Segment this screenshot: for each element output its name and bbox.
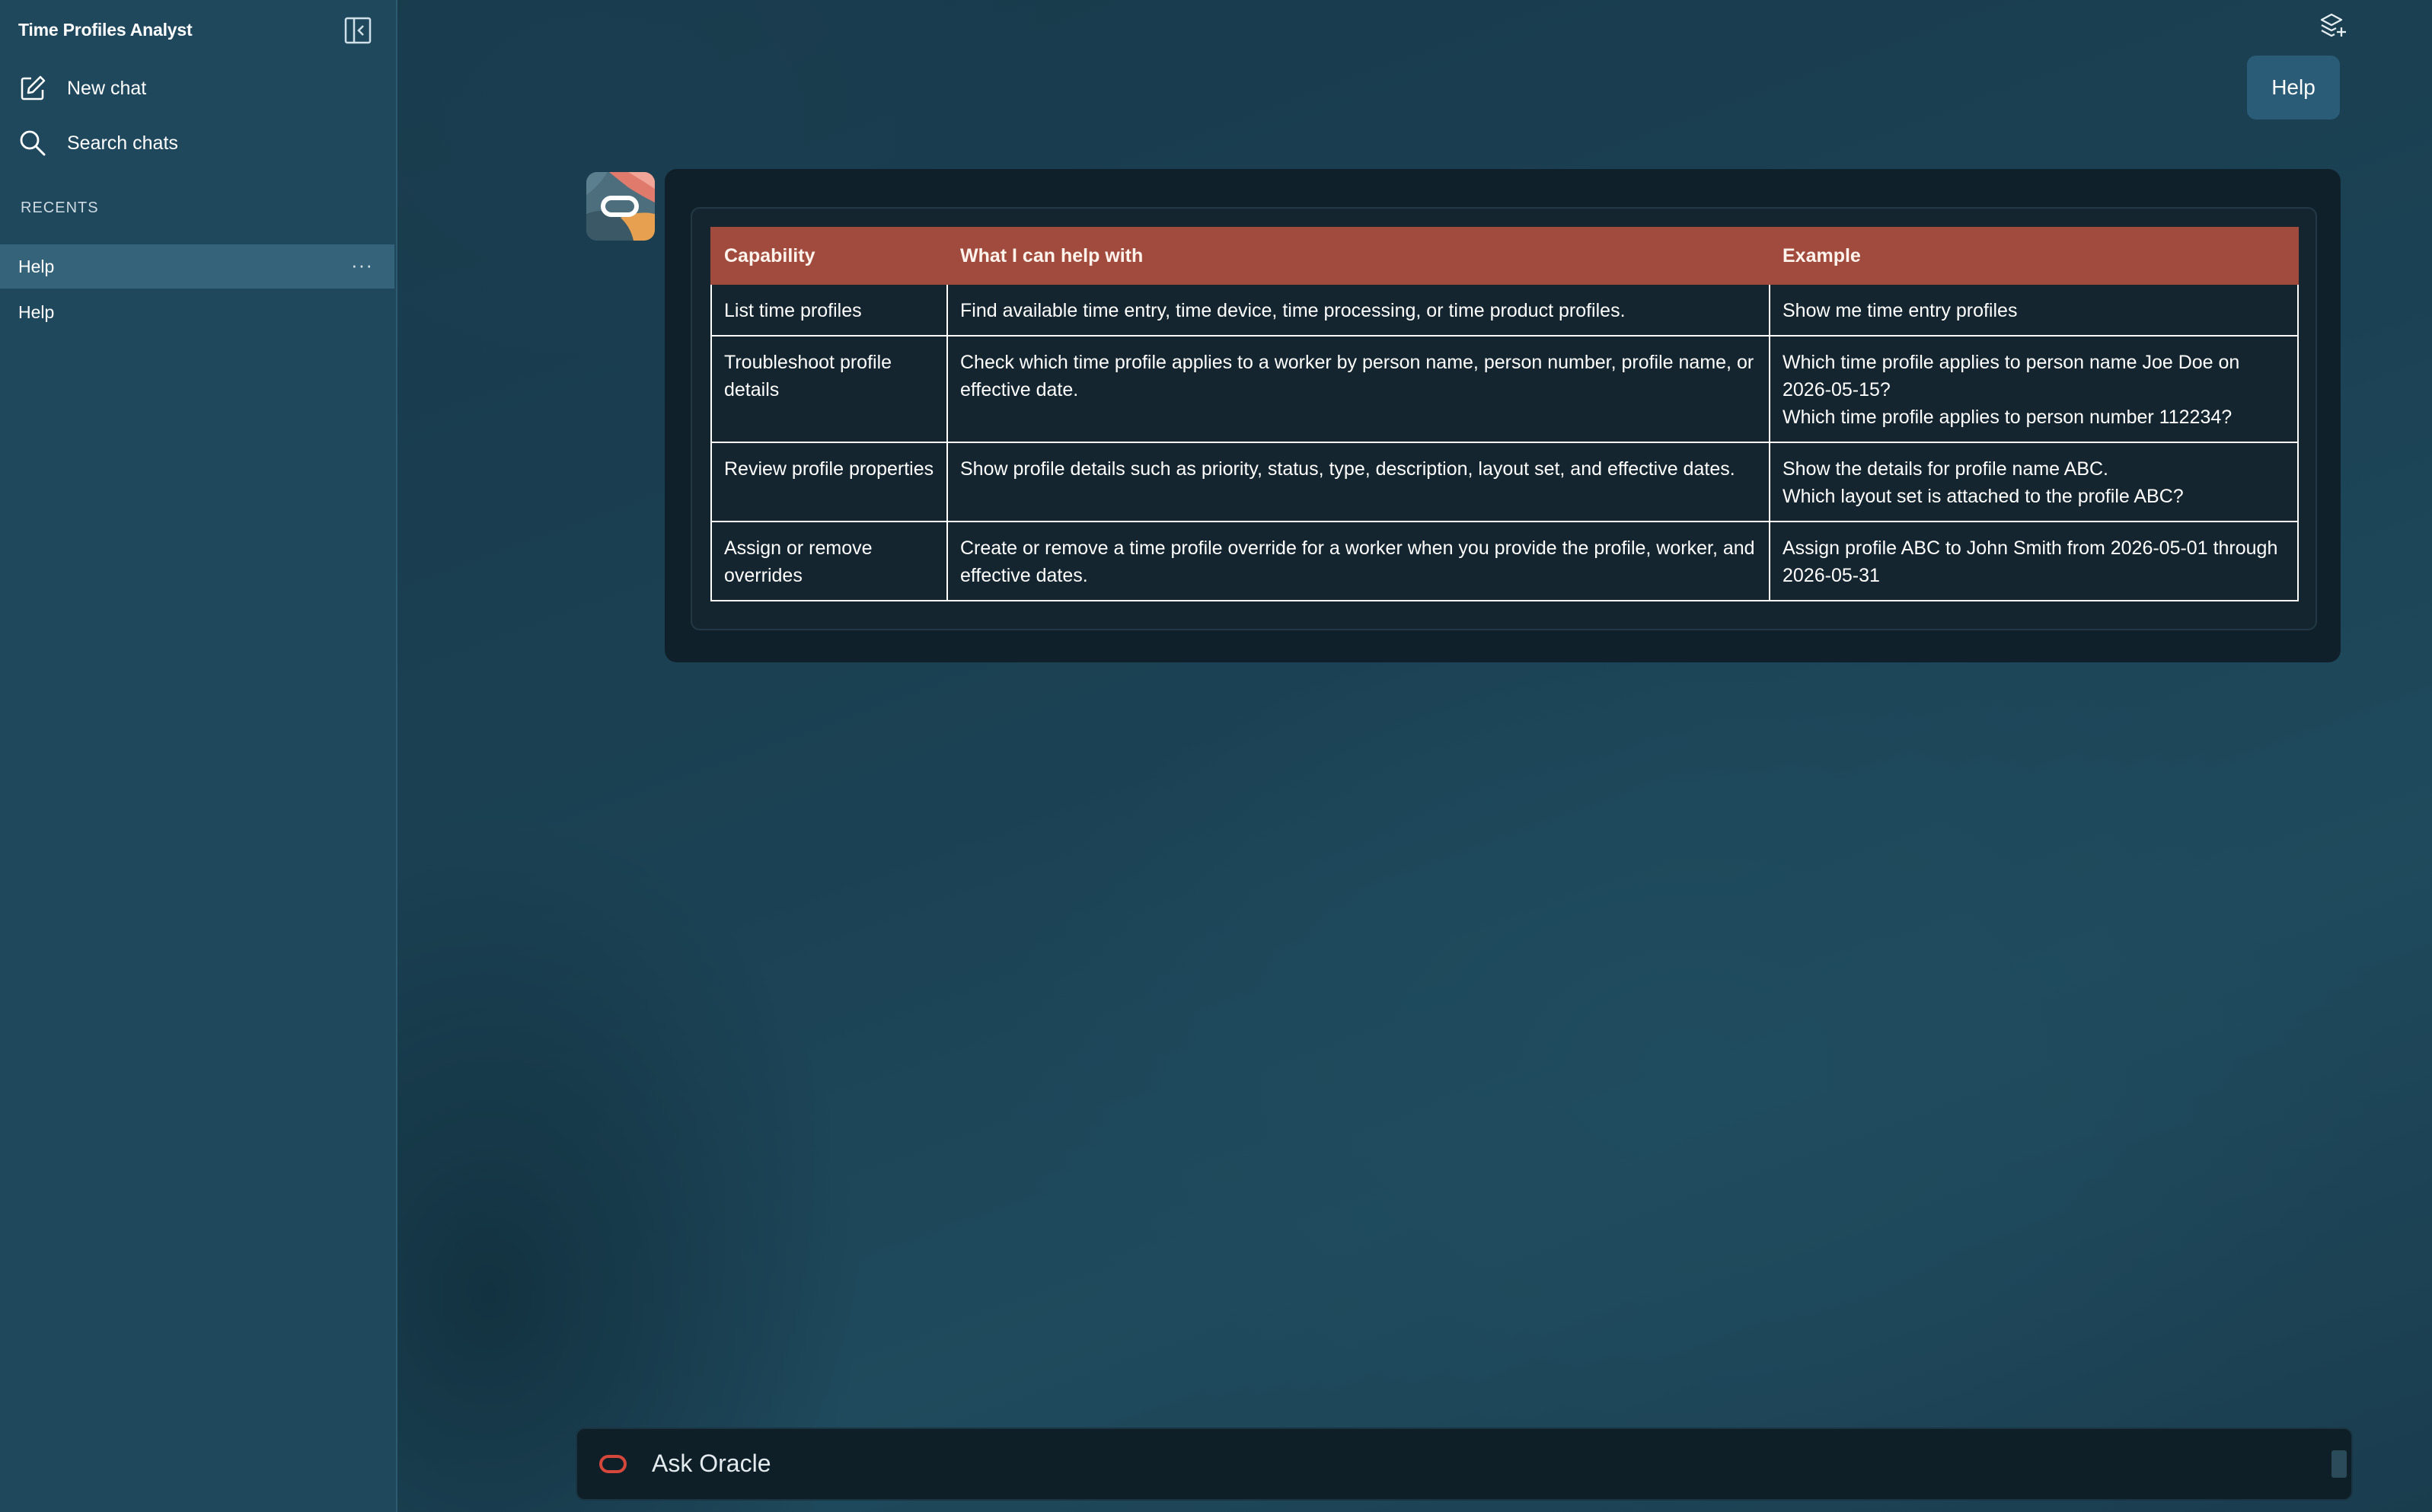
capability-cell: Review profile properties [710, 442, 948, 522]
example-text: Which time profile applies to person num… [1783, 407, 2233, 428]
new-chat-label: New chat [67, 77, 147, 99]
example-cell: Which time profile applies to person nam… [1769, 335, 2299, 443]
example-cell: Show the details for profile name ABC. W… [1769, 442, 2299, 522]
example-text: Show me time entry profiles [1783, 300, 2018, 321]
table-row: Troubleshoot profile details Check which… [710, 335, 2299, 443]
user-message-bubble: Help [2247, 56, 2340, 120]
capability-cell: Troubleshoot profile details [710, 335, 948, 443]
description-cell: Show profile details such as priority, s… [946, 442, 1770, 522]
table-row: Assign or remove overrides Create or rem… [710, 521, 2299, 601]
example-text: Which time profile applies to person nam… [1783, 352, 2240, 400]
example-text: Show the details for profile name ABC. [1783, 458, 2109, 480]
capabilities-table: Capability What I can help with Example … [710, 227, 2299, 601]
ask-oracle-input[interactable] [650, 1449, 2252, 1479]
sidebar: Time Profiles Analyst New chat Search ch… [0, 0, 397, 1512]
recent-chat-item[interactable]: Help ··· [0, 244, 394, 289]
example-text: Which layout set is attached to the prof… [1783, 486, 2184, 507]
assistant-avatar [586, 172, 655, 241]
assistant-response-card: Capability What I can help with Example … [665, 169, 2341, 662]
capability-cell: Assign or remove overrides [710, 521, 948, 601]
capability-cell: List time profiles [710, 283, 948, 337]
recent-chat-label: Help [18, 256, 55, 276]
recent-chat-label: Help [18, 301, 55, 322]
example-cell: Show me time entry profiles [1769, 283, 2299, 337]
column-header: Example [1769, 227, 2299, 285]
oracle-logo-icon [598, 1454, 627, 1474]
sidebar-collapse-icon[interactable] [344, 17, 372, 44]
description-cell: Find available time entry, time device, … [946, 283, 1770, 337]
more-options-icon[interactable]: ··· [351, 254, 373, 277]
table-header-row: Capability What I can help with Example [710, 227, 2299, 285]
example-cell: Assign profile ABC to John Smith from 20… [1769, 521, 2299, 601]
table-row: Review profile properties Show profile d… [710, 442, 2299, 522]
table-row: List time profiles Find available time e… [710, 283, 2299, 337]
recent-chat-item[interactable]: Help [0, 290, 394, 334]
compose-icon [21, 75, 46, 100]
recents-heading: RECENTS [21, 199, 99, 216]
example-text: Assign profile ABC to John Smith from 20… [1783, 537, 2278, 586]
app-title: Time Profiles Analyst [18, 20, 193, 40]
search-icon [20, 130, 46, 156]
capabilities-table-container: Capability What I can help with Example … [691, 207, 2317, 630]
description-cell: Create or remove a time profile override… [946, 521, 1770, 601]
search-chats-button[interactable]: Search chats [18, 126, 178, 160]
input-scroll-handle[interactable] [2331, 1450, 2347, 1478]
column-header: What I can help with [946, 227, 1770, 285]
new-chat-button[interactable]: New chat [18, 72, 146, 105]
column-header: Capability [710, 227, 948, 285]
search-chats-label: Search chats [67, 132, 178, 154]
layers-add-icon[interactable] [2318, 11, 2348, 41]
description-cell: Check which time profile applies to a wo… [946, 335, 1770, 443]
message-composer [576, 1427, 2353, 1501]
